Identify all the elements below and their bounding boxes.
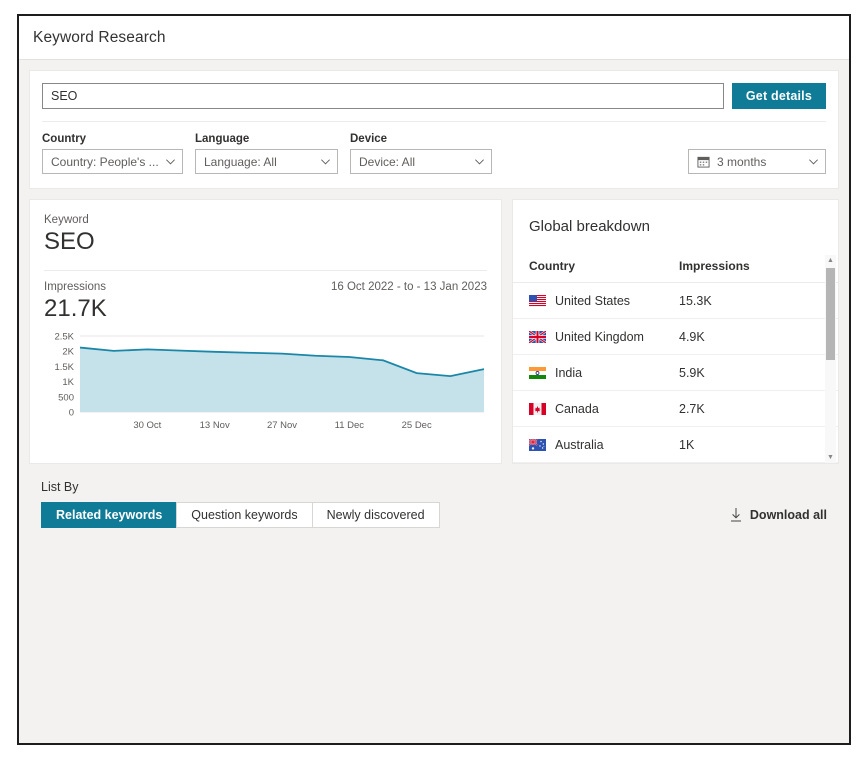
device-select[interactable]: Device: All	[350, 149, 492, 174]
download-icon	[730, 508, 742, 522]
country-cell: United States	[529, 294, 679, 308]
chevron-down-icon	[808, 156, 819, 167]
svg-text:0: 0	[69, 408, 74, 419]
country-name: United Kingdom	[555, 329, 644, 344]
date-range-picker[interactable]: 3 months	[688, 149, 826, 174]
svg-text:1K: 1K	[62, 377, 74, 388]
table-row[interactable]: United States 15.3K	[513, 283, 838, 319]
impressions-header: Impressions 16 Oct 2022 - to - 13 Jan 20…	[44, 281, 487, 293]
impressions-cell: 2.7K	[679, 401, 705, 416]
global-breakdown-scrollbar[interactable]: ▲ ▼	[825, 255, 836, 463]
impressions-cell: 4.9K	[679, 329, 705, 344]
page-body: Get details Country Country: People's ..…	[19, 60, 849, 743]
keyword-label: Keyword	[44, 214, 89, 226]
overview-row: Keyword SEO Impressions 16 Oct 2022 - to…	[29, 199, 839, 464]
svg-text:30 Oct: 30 Oct	[133, 420, 161, 431]
ca-flag-icon	[529, 402, 546, 415]
scrollbar-thumb[interactable]	[826, 268, 835, 360]
list-by-tabs-row: Related keywords Question keywords Newly…	[29, 502, 839, 528]
column-country: Country	[529, 258, 575, 273]
table-row[interactable]: India 5.9K	[513, 355, 838, 391]
app-window: Keyword Research Get details Country Cou…	[17, 14, 851, 745]
svg-text:27 Nov: 27 Nov	[267, 420, 297, 431]
country-cell: Australia	[529, 438, 679, 452]
country-cell: Canada	[529, 402, 679, 416]
list-by-tabs: Related keywords Question keywords Newly…	[41, 502, 440, 528]
country-name: Canada	[555, 401, 599, 416]
search-card: Get details Country Country: People's ..…	[29, 70, 839, 189]
get-details-button[interactable]: Get details	[731, 83, 826, 109]
keyword-overview-card: Keyword SEO Impressions 16 Oct 2022 - to…	[29, 199, 502, 464]
filter-language: Language Language: All	[195, 133, 338, 174]
device-label: Device	[350, 133, 388, 145]
language-select-value: Language: All	[204, 154, 277, 169]
country-name: India	[555, 365, 583, 380]
svg-text:11 Dec: 11 Dec	[335, 420, 365, 431]
gb-flag-icon	[529, 330, 546, 343]
search-divider	[42, 121, 826, 122]
scroll-up-icon[interactable]: ▲	[825, 255, 836, 266]
global-breakdown-title: Global breakdown	[529, 218, 650, 235]
chevron-down-icon	[165, 156, 176, 167]
calendar-icon	[697, 155, 710, 168]
tab-related-keywords[interactable]: Related keywords	[41, 502, 178, 528]
impressions-value: 21.7K	[44, 295, 107, 322]
country-label: Country	[42, 133, 87, 145]
country-select-value: Country: People's ...	[51, 154, 159, 169]
chevron-down-icon	[474, 156, 485, 167]
svg-text:1.5K: 1.5K	[54, 362, 74, 373]
in-flag-icon	[529, 366, 546, 379]
svg-text:25 Dec: 25 Dec	[402, 420, 432, 431]
tab-newly-discovered[interactable]: Newly discovered	[311, 502, 440, 528]
global-breakdown-header: Country Impressions	[513, 249, 838, 283]
scroll-down-icon[interactable]: ▼	[825, 452, 836, 463]
filters-row: Country Country: People's ... Language L…	[42, 133, 826, 174]
keyword-divider	[44, 270, 487, 271]
impressions-cell: 5.9K	[679, 365, 705, 380]
table-row[interactable]: United Kingdom 4.9K	[513, 319, 838, 355]
us-flag-icon	[529, 294, 546, 307]
page-title: Keyword Research	[33, 28, 166, 46]
download-all-label: Download all	[749, 508, 827, 522]
svg-text:500: 500	[58, 392, 74, 403]
impressions-cell: 15.3K	[679, 293, 712, 308]
filter-device: Device Device: All	[350, 133, 492, 174]
language-label: Language	[195, 133, 250, 145]
download-all-button[interactable]: Download all	[730, 508, 827, 522]
impressions-area-chart: 0 500 1K 1.5K 2K 2.5K 30 Oct 13 Nov 27 Nov 11 Dec…	[44, 330, 487, 450]
impressions-label: Impressions	[44, 281, 106, 293]
device-select-value: Device: All	[359, 154, 416, 169]
search-row: Get details	[42, 83, 826, 109]
au-flag-icon	[529, 438, 546, 451]
svg-text:13 Nov: 13 Nov	[200, 420, 230, 431]
table-row[interactable]: Australia 1K	[513, 427, 838, 463]
tab-question-keywords[interactable]: Question keywords	[176, 502, 313, 528]
date-range-value: 3 months	[717, 154, 767, 169]
filter-country: Country Country: People's ...	[42, 133, 183, 174]
list-by-label: List By	[41, 480, 79, 494]
global-breakdown-card: Global breakdown Country Impressions Uni…	[512, 199, 839, 464]
global-breakdown-table: Country Impressions United States 15.3K …	[513, 249, 838, 463]
keyword-search-input[interactable]	[42, 83, 724, 109]
impressions-cell: 1K	[679, 437, 695, 452]
country-name: Australia	[555, 437, 604, 452]
impressions-date-range: 16 Oct 2022 - to - 13 Jan 2023	[331, 281, 487, 293]
table-row[interactable]: Canada 2.7K	[513, 391, 838, 427]
keyword-value: SEO	[44, 228, 95, 255]
app-header: Keyword Research	[19, 16, 849, 60]
column-impressions: Impressions	[679, 258, 750, 273]
country-cell: United Kingdom	[529, 330, 679, 344]
language-select[interactable]: Language: All	[195, 149, 338, 174]
country-cell: India	[529, 366, 679, 380]
svg-text:2.5K: 2.5K	[54, 332, 74, 343]
chevron-down-icon	[320, 156, 331, 167]
svg-text:2K: 2K	[62, 347, 74, 358]
country-select[interactable]: Country: People's ...	[42, 149, 183, 174]
country-name: United States	[555, 293, 631, 308]
